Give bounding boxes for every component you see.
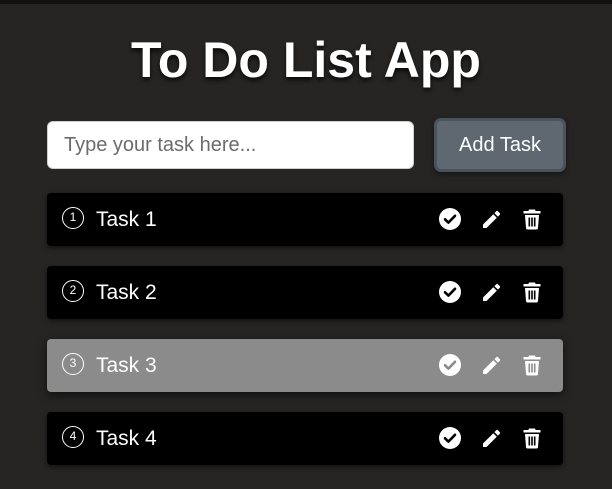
check-circle-icon[interactable]	[438, 280, 462, 304]
task-label: Task 1	[96, 208, 157, 231]
pencil-icon[interactable]	[479, 426, 503, 450]
task-row: 3 Task 3	[47, 339, 563, 392]
pencil-icon[interactable]	[479, 353, 503, 377]
task-actions	[438, 280, 544, 304]
window-top-border	[0, 0, 612, 4]
trash-icon[interactable]	[520, 426, 544, 450]
task-list: 1 Task 1 2 Task 2 3 Task 3 4 Task 4	[47, 193, 563, 485]
task-label: Task 2	[96, 281, 157, 304]
check-circle-icon[interactable]	[438, 426, 462, 450]
trash-icon[interactable]	[520, 207, 544, 231]
task-number-badge: 3	[62, 353, 84, 375]
check-circle-icon[interactable]	[438, 207, 462, 231]
task-actions	[438, 426, 544, 450]
add-task-button[interactable]: Add Task	[434, 118, 566, 172]
task-actions	[438, 353, 544, 377]
trash-icon[interactable]	[520, 353, 544, 377]
task-input[interactable]	[47, 121, 414, 169]
task-label: Task 4	[96, 427, 157, 450]
app-title: To Do List App	[131, 32, 481, 88]
task-number-badge: 2	[62, 280, 84, 302]
task-row: 2 Task 2	[47, 266, 563, 319]
task-row: 1 Task 1	[47, 193, 563, 246]
check-circle-icon[interactable]	[438, 353, 462, 377]
task-actions	[438, 207, 544, 231]
task-label: Task 3	[96, 354, 157, 377]
trash-icon[interactable]	[520, 280, 544, 304]
pencil-icon[interactable]	[479, 207, 503, 231]
task-number-badge: 4	[62, 426, 84, 448]
task-row: 4 Task 4	[47, 412, 563, 465]
task-number-badge: 1	[62, 207, 84, 229]
pencil-icon[interactable]	[479, 280, 503, 304]
